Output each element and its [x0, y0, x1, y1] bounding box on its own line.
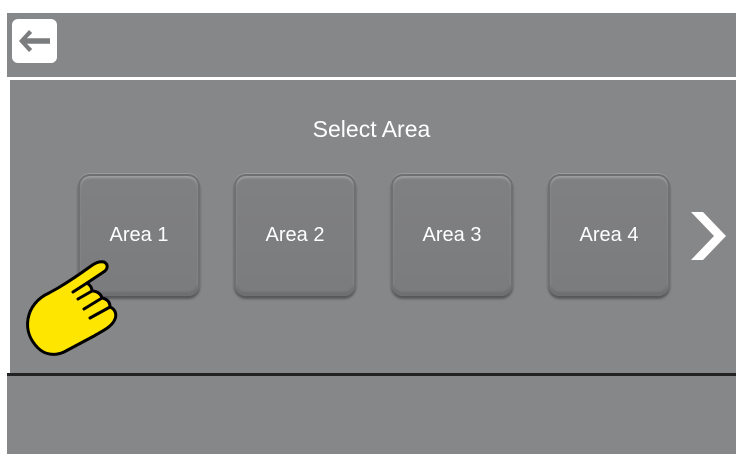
area-3-button[interactable]: Area 3 — [391, 174, 513, 296]
chevron-right-icon — [687, 212, 730, 269]
area-1-label: Area 1 — [109, 224, 169, 246]
bottom-bar — [7, 376, 736, 454]
area-4-button[interactable]: Area 4 — [548, 174, 670, 296]
back-arrow-icon — [17, 28, 52, 54]
next-page-button[interactable] — [687, 207, 730, 265]
area-3-label: Area 3 — [422, 224, 482, 246]
page-title: Select Area — [312, 116, 431, 142]
area-4-label: Area 4 — [579, 224, 639, 246]
area-1-button[interactable]: Area 1 — [78, 174, 200, 296]
touch-screen: Select Area Area 1 Area 2 Area 3 Area 4 — [7, 13, 736, 454]
top-bar — [7, 13, 736, 77]
back-button[interactable] — [12, 19, 57, 63]
area-2-button[interactable]: Area 2 — [234, 174, 356, 296]
area-2-label: Area 2 — [265, 224, 325, 246]
